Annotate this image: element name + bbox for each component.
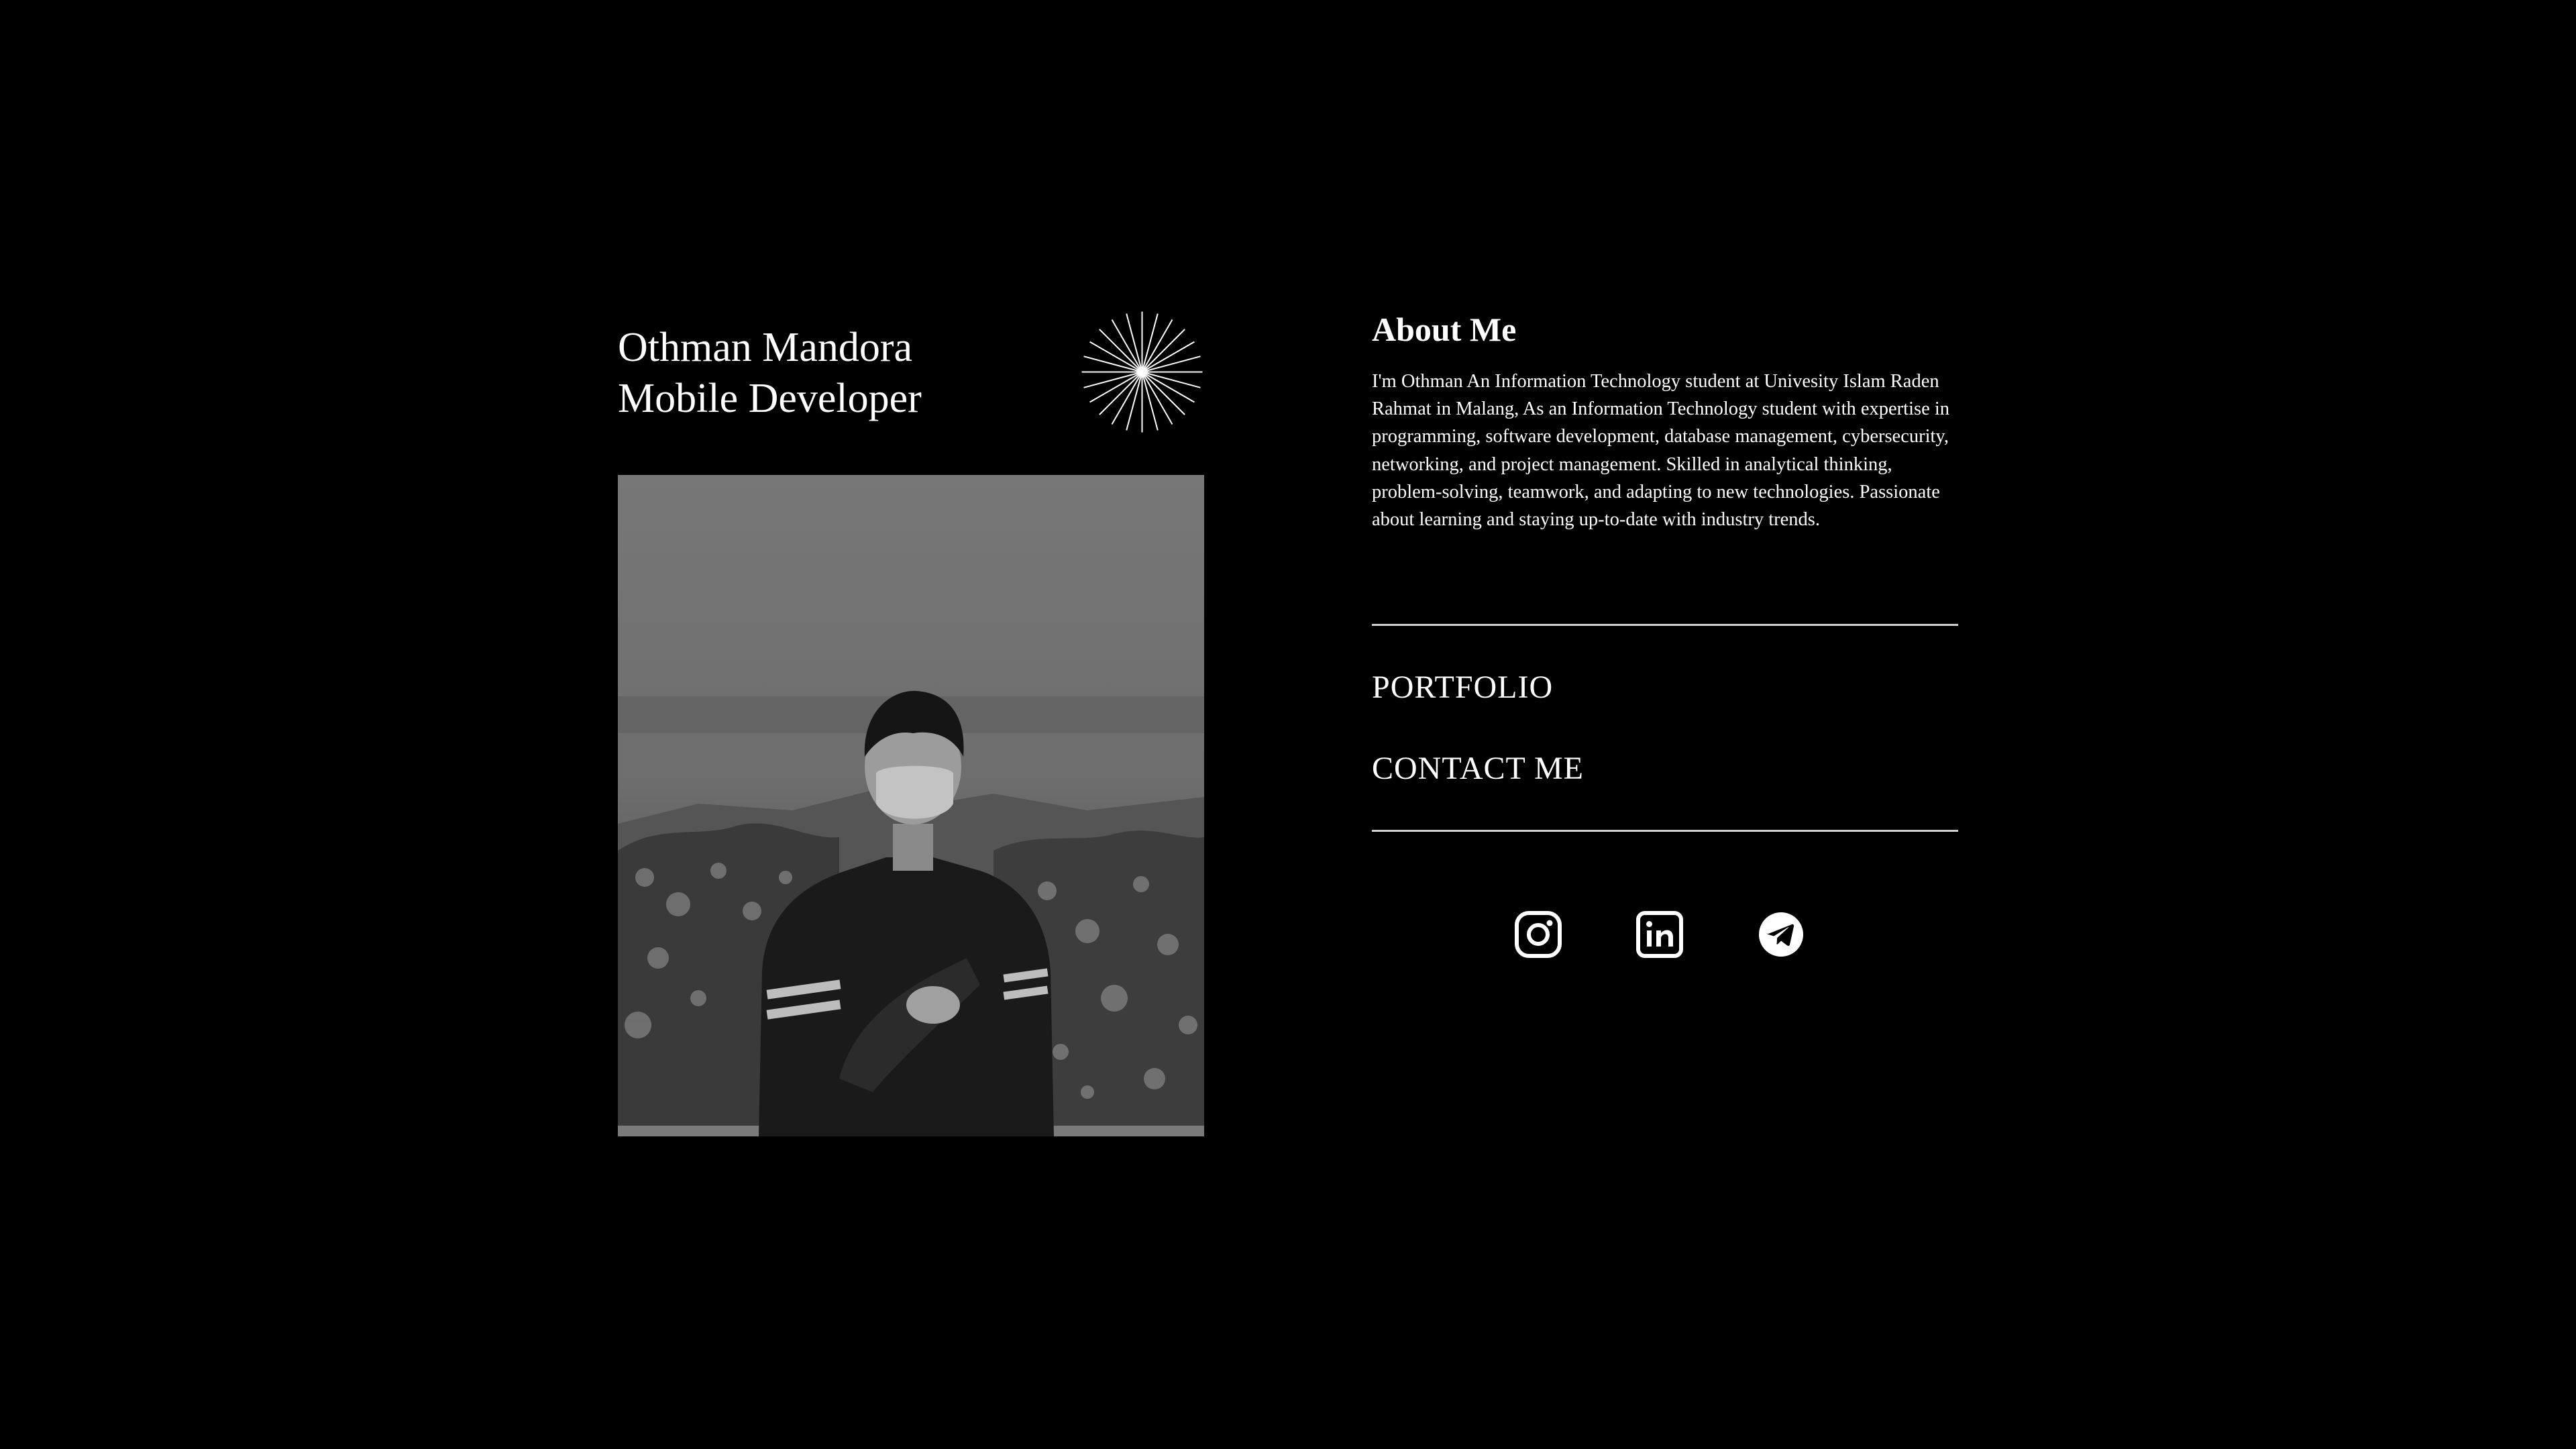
profile-name: Othman Mandora	[618, 325, 913, 370]
portfolio-link[interactable]: PORTFOLIO	[1372, 667, 1553, 708]
profile-role: Mobile Developer	[618, 376, 922, 421]
instagram-icon[interactable]	[1514, 910, 1562, 959]
telegram-icon[interactable]	[1757, 910, 1805, 959]
about-description: I'm Othman An Information Technology stu…	[1372, 371, 1950, 531]
divider-bottom	[1372, 830, 1958, 832]
contact-me-link[interactable]: CONTACT ME	[1372, 749, 1584, 789]
profile-photo	[618, 475, 1204, 1136]
linkedin-icon[interactable]	[1635, 910, 1684, 959]
profile-heading: Othman Mandora Mobile Developer	[618, 322, 922, 424]
divider-top	[1372, 624, 1958, 626]
about-title: About Me	[1372, 311, 1517, 348]
starburst-icon	[1080, 310, 1204, 434]
